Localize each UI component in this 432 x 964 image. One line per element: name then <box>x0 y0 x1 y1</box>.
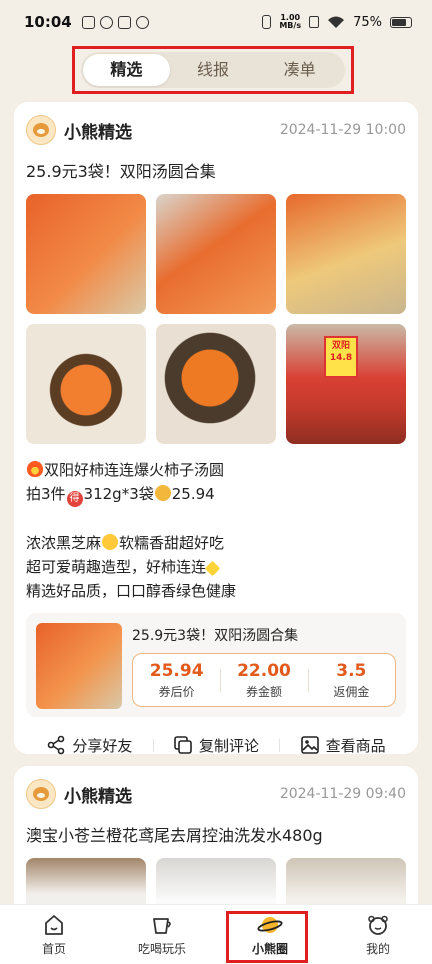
image-icon <box>300 736 319 754</box>
tab-bar: 精选 线报 凑单 <box>81 52 345 88</box>
net-speed: 1.00 MB/s <box>279 13 302 30</box>
post-photo[interactable] <box>26 194 146 314</box>
nav-food-fun[interactable]: 吃喝玩乐 <box>108 905 216 964</box>
post-time: 2024-11-29 09:40 <box>279 786 406 802</box>
product-card[interactable]: 25.9元3袋！双阳汤圆合集 25.94 券后价 22.00 券金额 3.5 返… <box>26 613 406 717</box>
stat-coupon-amount: 22.00 券金额 <box>220 661 307 700</box>
status-bar: 10:04 1.00 MB/s 75% <box>0 0 432 44</box>
vibrate-icon <box>262 15 272 29</box>
post-photo[interactable] <box>156 324 276 444</box>
post-photo[interactable]: 双阳 14.8 <box>286 324 406 444</box>
fire-emoji-icon <box>27 461 43 477</box>
post-time: 2024-11-29 10:00 <box>279 122 406 138</box>
status-right: 1.00 MB/s 75% <box>262 14 412 30</box>
taobao-notification-icon <box>117 15 131 29</box>
wechat-notification-icon <box>135 15 149 29</box>
sync-notification-icon <box>99 15 113 29</box>
kiss-emoji-icon <box>102 534 119 550</box>
cup-icon <box>153 917 171 934</box>
de-emoji-icon: 得 <box>66 491 83 507</box>
avatar[interactable] <box>26 115 56 145</box>
tab-deals[interactable]: 线报 <box>170 54 257 86</box>
status-time: 10:04 <box>24 13 72 31</box>
copy-icon <box>174 736 192 754</box>
wifi-icon <box>328 16 345 28</box>
post-photo[interactable] <box>286 194 406 314</box>
share-icon <box>48 735 65 755</box>
planet-icon <box>257 916 283 933</box>
notification-icons <box>81 15 149 29</box>
tab-featured[interactable]: 精选 <box>83 54 170 86</box>
stat-commission: 3.5 返佣金 <box>307 661 395 700</box>
product-thumbnail[interactable] <box>36 623 122 709</box>
post-actions: 分享好友 复制评论 查看商品 <box>26 723 406 767</box>
tab-bundle[interactable]: 凑单 <box>256 54 343 86</box>
post-photo[interactable] <box>156 194 276 314</box>
product-stats: 25.94 券后价 22.00 券金额 3.5 返佣金 <box>132 653 396 707</box>
tab-bar-highlight: 精选 线报 凑单 <box>72 46 354 94</box>
post-author: 小熊精选 <box>64 786 132 807</box>
photo-grid: 双阳 14.8 <box>26 194 406 444</box>
sim-icon <box>309 16 320 28</box>
share-button[interactable]: 分享好友 <box>26 735 153 756</box>
post-title: 25.9元3袋！双阳汤圆合集 <box>26 162 216 181</box>
post-header: 小熊精选 2024-11-29 09:40 <box>26 766 406 822</box>
stat-coupon-price: 25.94 券后价 <box>149 660 204 699</box>
nav-bear-circle[interactable]: 小熊圈 <box>216 905 324 964</box>
nav-mine[interactable]: 我的 <box>324 905 432 964</box>
post-title: 澳宝小苍兰橙花鸢尾去屑控油洗发水480g <box>26 826 323 845</box>
product-title: 25.9元3袋！双阳汤圆合集 <box>132 628 299 644</box>
post-author: 小熊精选 <box>64 122 132 143</box>
post-description: 双阳好柿连连爆火柿子汤圆 拍3件得 312g*3袋 25.94 浓浓黑芝麻 软糯香甜超… <box>26 461 237 600</box>
battery-icon <box>390 16 412 28</box>
app-notification-icon <box>81 15 95 29</box>
battery-percent: 75% <box>353 14 382 30</box>
copy-comment-button[interactable]: 复制评论 <box>152 735 280 756</box>
post-card: 小熊精选 2024-11-29 10:00 25.9元3袋！双阳汤圆合集 双阳 … <box>14 102 418 755</box>
money-bag-emoji-icon <box>154 485 171 501</box>
post-header: 小熊精选 2024-11-29 10:00 <box>26 102 406 158</box>
view-product-button[interactable]: 查看商品 <box>279 735 406 756</box>
sparkle-emoji-icon <box>204 560 221 577</box>
photo-price-tag: 双阳 14.8 <box>324 336 358 378</box>
bottom-nav: 首页 吃喝玩乐 小熊圈 我的 <box>0 904 432 964</box>
avatar[interactable] <box>26 779 56 809</box>
bear-face-icon <box>368 915 388 935</box>
post-photo[interactable] <box>26 324 146 444</box>
home-icon <box>45 914 63 935</box>
nav-home[interactable]: 首页 <box>0 905 108 964</box>
